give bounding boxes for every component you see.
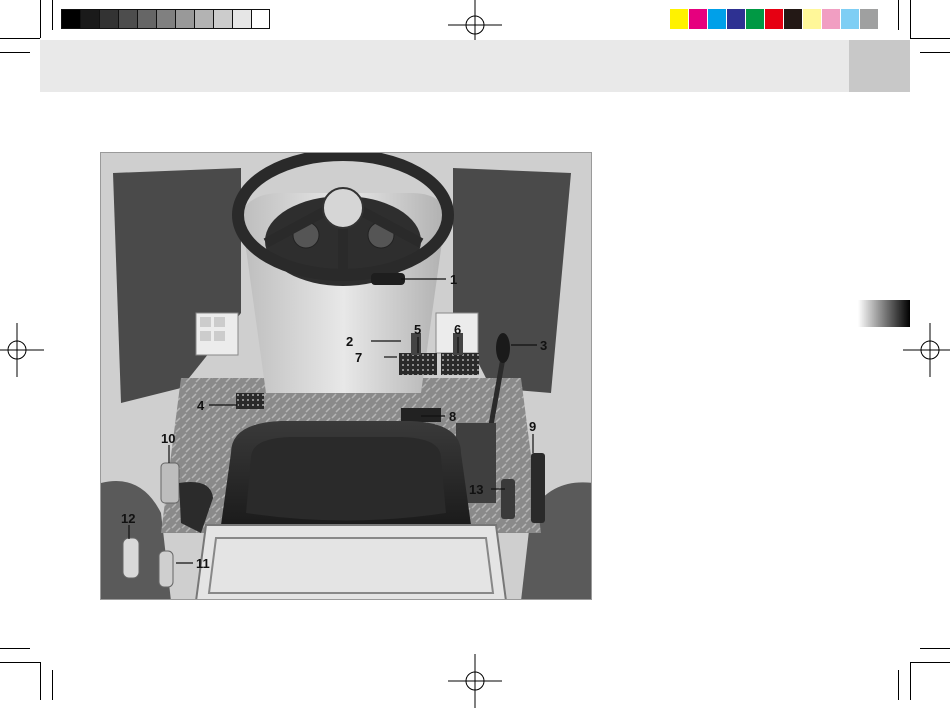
crop-mark bbox=[910, 38, 950, 39]
callout-2: 2 bbox=[346, 334, 353, 349]
crop-mark bbox=[910, 662, 950, 663]
callout-8: 8 bbox=[449, 409, 456, 424]
process-swatch bbox=[746, 9, 765, 29]
registration-mark-right-icon bbox=[903, 323, 950, 377]
right-lever bbox=[531, 453, 545, 523]
chapter-thumb-tab bbox=[858, 300, 910, 327]
callout-5: 5 bbox=[414, 322, 421, 337]
crop-mark bbox=[52, 0, 53, 30]
header-chapter-tab bbox=[849, 40, 910, 92]
header-band bbox=[40, 40, 910, 92]
callout-13: 13 bbox=[469, 482, 483, 497]
grayscale-swatch bbox=[137, 9, 156, 29]
crop-mark bbox=[0, 52, 30, 53]
process-swatch bbox=[822, 9, 841, 29]
process-swatch bbox=[708, 9, 727, 29]
grayscale-swatch bbox=[232, 9, 251, 29]
crop-mark bbox=[898, 0, 899, 30]
crop-mark bbox=[0, 648, 30, 649]
seat-frame bbox=[195, 524, 507, 599]
callout-7: 7 bbox=[355, 350, 362, 365]
process-swatch bbox=[765, 9, 784, 29]
process-color-bar bbox=[670, 9, 879, 29]
grayscale-swatch bbox=[213, 9, 232, 29]
process-swatch bbox=[727, 9, 746, 29]
callout-1: 1 bbox=[450, 272, 457, 287]
callout-3: 3 bbox=[540, 338, 547, 353]
grayscale-swatch bbox=[118, 9, 137, 29]
grayscale-color-bar bbox=[61, 9, 270, 29]
crop-mark bbox=[898, 670, 899, 700]
crop-mark bbox=[910, 0, 911, 38]
grayscale-swatch bbox=[80, 9, 99, 29]
callout-10: 10 bbox=[161, 431, 175, 446]
registration-mark-left-icon bbox=[0, 323, 44, 377]
grayscale-swatch bbox=[175, 9, 194, 29]
crop-mark bbox=[0, 38, 40, 39]
process-swatch bbox=[689, 9, 708, 29]
crop-mark bbox=[40, 0, 41, 38]
process-swatch bbox=[670, 9, 689, 29]
grayscale-swatch bbox=[99, 9, 118, 29]
gear-shift-knob bbox=[496, 333, 510, 363]
callout-12: 12 bbox=[121, 511, 135, 526]
grayscale-swatch bbox=[156, 9, 175, 29]
crop-mark bbox=[40, 662, 41, 700]
left-pedal bbox=[236, 393, 264, 409]
crop-mark bbox=[920, 52, 950, 53]
callout-6: 6 bbox=[454, 322, 461, 337]
crop-mark bbox=[920, 648, 950, 649]
process-swatch bbox=[860, 9, 879, 29]
process-swatch bbox=[784, 9, 803, 29]
grayscale-swatch bbox=[61, 9, 80, 29]
operator-station-illustration: 1 2 3 4 5 6 7 8 9 10 11 12 13 bbox=[101, 153, 591, 599]
brake-pedal-right bbox=[441, 353, 479, 375]
callout-4: 4 bbox=[197, 398, 205, 413]
left-lever-12 bbox=[122, 537, 140, 579]
grayscale-swatch bbox=[194, 9, 213, 29]
grayscale-swatch bbox=[251, 9, 270, 29]
left-lever-10 bbox=[160, 462, 180, 504]
callout-11: 11 bbox=[196, 556, 210, 571]
callout-9: 9 bbox=[529, 419, 536, 434]
crop-mark bbox=[0, 662, 40, 663]
crop-mark bbox=[910, 662, 911, 700]
brake-pedal-left bbox=[399, 353, 437, 375]
process-swatch bbox=[803, 9, 822, 29]
crop-mark bbox=[52, 670, 53, 700]
process-swatch bbox=[841, 9, 860, 29]
operator-station-photo: 1 2 3 4 5 6 7 8 9 10 11 12 13 bbox=[100, 152, 592, 600]
steering-hub bbox=[322, 187, 364, 229]
